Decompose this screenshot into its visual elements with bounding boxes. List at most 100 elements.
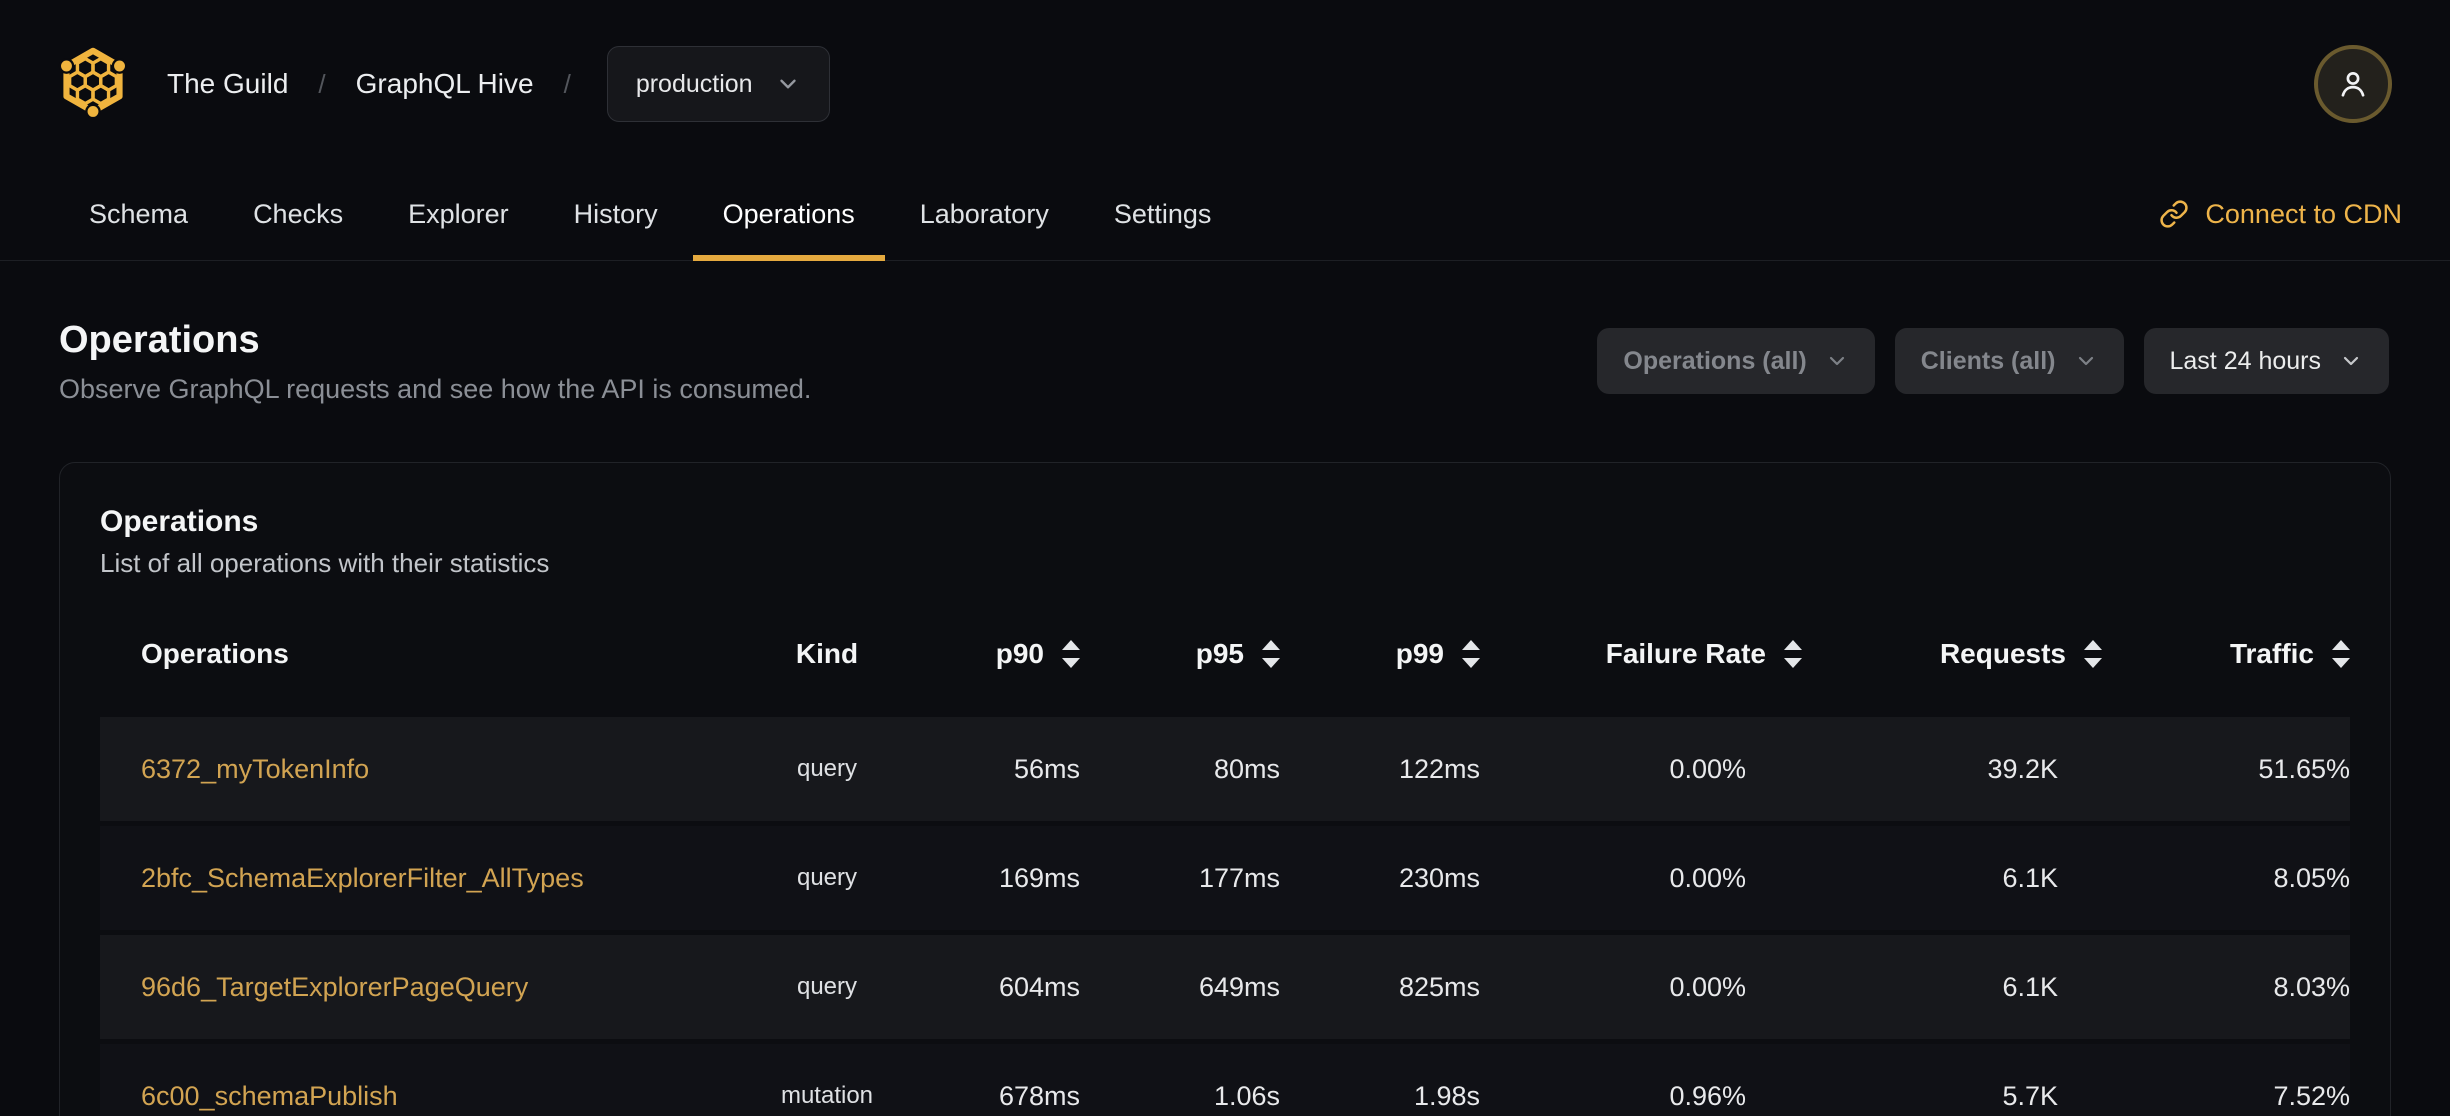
breadcrumb-separator: / bbox=[563, 68, 571, 99]
operation-requests: 6.1K bbox=[2002, 971, 2058, 1002]
operation-p90: 56ms bbox=[1013, 753, 1080, 784]
column-label: p95 bbox=[1195, 638, 1244, 669]
operation-link[interactable]: 6c00_schemaPublish bbox=[141, 1081, 398, 1111]
sort-icon[interactable] bbox=[1262, 640, 1280, 668]
tab-checks[interactable]: Checks bbox=[223, 168, 373, 260]
tab-settings[interactable]: Settings bbox=[1084, 168, 1242, 260]
filter-bar: Operations (all) Clients (all) Last 24 h… bbox=[1597, 328, 2389, 394]
connect-to-cdn-link[interactable]: Connect to CDN bbox=[2159, 199, 2402, 230]
tab-laboratory[interactable]: Laboratory bbox=[890, 168, 1079, 260]
table-row: 2bfc_SchemaExplorerFilter_AllTypes query… bbox=[100, 826, 2350, 930]
operation-p90: 169ms bbox=[998, 862, 1080, 893]
operation-kind: query bbox=[796, 755, 858, 782]
chevron-down-icon bbox=[1825, 349, 1849, 373]
operation-p95: 80ms bbox=[1213, 753, 1280, 784]
table-row: 96d6_TargetExplorerPageQuery query 604ms… bbox=[100, 935, 2350, 1039]
column-header-failure-rate: Failure Rate bbox=[1480, 638, 1802, 670]
tab-schema[interactable]: Schema bbox=[59, 168, 218, 260]
table-header-row: Operations Kind p90 p95 p99 Failure Rate bbox=[100, 607, 2350, 701]
column-label: Traffic bbox=[2229, 638, 2314, 669]
chevron-down-icon bbox=[775, 71, 801, 97]
operation-failure-rate: 0.00% bbox=[1669, 753, 1746, 784]
column-label: Kind bbox=[795, 638, 859, 669]
link-icon bbox=[2160, 200, 2189, 228]
card-title: Operations bbox=[100, 505, 259, 538]
breadcrumb-org[interactable]: The Guild bbox=[167, 68, 288, 100]
breadcrumb-project[interactable]: GraphQL Hive bbox=[356, 68, 534, 100]
tab-operations[interactable]: Operations bbox=[692, 168, 885, 261]
clients-filter-dropdown[interactable]: Clients (all) bbox=[1894, 328, 2124, 394]
operation-failure-rate: 0.00% bbox=[1669, 971, 1746, 1002]
tab-bar: Schema Checks Explorer History Operation… bbox=[0, 168, 2450, 261]
table-body: 6372_myTokenInfo query 56ms 80ms 122ms 0… bbox=[100, 717, 2350, 1116]
target-selector-value: production bbox=[635, 69, 753, 98]
column-label: p99 bbox=[1395, 638, 1444, 669]
operations-filter-dropdown[interactable]: Operations (all) bbox=[1597, 328, 1875, 394]
card-subtitle: List of all operations with their statis… bbox=[100, 548, 550, 578]
operation-traffic: 8.05% bbox=[2273, 862, 2350, 893]
column-header-p95: p95 bbox=[1080, 638, 1280, 670]
column-header-p99: p99 bbox=[1280, 638, 1480, 670]
column-header-traffic: Traffic bbox=[2102, 638, 2350, 670]
operation-p95: 649ms bbox=[1198, 971, 1280, 1002]
connect-to-cdn-label: Connect to CDN bbox=[2205, 198, 2402, 229]
tab-explorer[interactable]: Explorer bbox=[378, 168, 539, 260]
page-header: Operations Observe GraphQL requests and … bbox=[0, 261, 2450, 405]
column-header-requests: Requests bbox=[1802, 638, 2102, 670]
table-row: 6372_myTokenInfo query 56ms 80ms 122ms 0… bbox=[100, 717, 2350, 821]
user-avatar-button[interactable] bbox=[2314, 45, 2392, 123]
period-filter-dropdown[interactable]: Last 24 hours bbox=[2143, 328, 2389, 394]
table-row: 6c00_schemaPublish mutation 678ms 1.06s … bbox=[100, 1044, 2350, 1116]
column-label: p90 bbox=[995, 638, 1044, 669]
column-header-operations: Operations bbox=[100, 638, 756, 670]
operation-requests: 39.2K bbox=[1987, 753, 2058, 784]
sort-icon[interactable] bbox=[1462, 640, 1480, 668]
operation-kind: query bbox=[796, 973, 858, 1000]
operation-p99: 122ms bbox=[1398, 753, 1480, 784]
breadcrumb: The Guild / GraphQL Hive / production bbox=[167, 46, 830, 122]
operation-link[interactable]: 96d6_TargetExplorerPageQuery bbox=[141, 972, 528, 1002]
operation-p95: 177ms bbox=[1198, 862, 1280, 893]
sort-icon[interactable] bbox=[2332, 640, 2350, 668]
column-label: Operations bbox=[141, 638, 289, 669]
user-icon bbox=[2341, 72, 2365, 97]
operations-table: Operations Kind p90 p95 p99 Failure Rate bbox=[100, 607, 2350, 1116]
target-selector-dropdown[interactable]: production bbox=[606, 46, 830, 122]
operation-failure-rate: 0.00% bbox=[1669, 862, 1746, 893]
operation-p90: 678ms bbox=[998, 1080, 1080, 1111]
operation-kind: query bbox=[796, 864, 858, 891]
operations-card: Operations List of all operations with t… bbox=[59, 462, 2391, 1116]
page-title: Operations bbox=[59, 319, 260, 361]
operation-p95: 1.06s bbox=[1213, 1080, 1280, 1111]
clients-filter-label: Clients (all) bbox=[1920, 346, 2056, 375]
page-header-text: Operations Observe GraphQL requests and … bbox=[59, 317, 811, 405]
top-bar: The Guild / GraphQL Hive / production bbox=[0, 0, 2450, 168]
period-filter-label: Last 24 hours bbox=[2169, 346, 2322, 375]
column-label: Requests bbox=[1939, 638, 2066, 669]
tab-history[interactable]: History bbox=[544, 168, 688, 260]
operation-failure-rate: 0.96% bbox=[1669, 1080, 1746, 1111]
chevron-down-icon bbox=[2074, 349, 2098, 373]
sort-icon[interactable] bbox=[1062, 640, 1080, 668]
column-header-kind: Kind bbox=[756, 638, 898, 670]
operations-filter-label: Operations (all) bbox=[1623, 346, 1807, 375]
operation-requests: 5.7K bbox=[2002, 1080, 2058, 1111]
operation-p99: 1.98s bbox=[1413, 1080, 1480, 1111]
column-header-p90: p90 bbox=[898, 638, 1080, 670]
operation-traffic: 51.65% bbox=[2258, 753, 2350, 784]
operation-p99: 230ms bbox=[1398, 862, 1480, 893]
operation-link[interactable]: 6372_myTokenInfo bbox=[141, 754, 369, 784]
operation-requests: 6.1K bbox=[2002, 862, 2058, 893]
breadcrumb-separator: / bbox=[318, 68, 326, 99]
operation-traffic: 8.03% bbox=[2273, 971, 2350, 1002]
hive-logo-icon[interactable] bbox=[57, 45, 129, 123]
sort-icon[interactable] bbox=[2084, 640, 2102, 668]
operation-link[interactable]: 2bfc_SchemaExplorerFilter_AllTypes bbox=[141, 863, 584, 893]
page-subtitle: Observe GraphQL requests and see how the… bbox=[59, 374, 812, 404]
operation-p90: 604ms bbox=[998, 971, 1080, 1002]
column-label: Failure Rate bbox=[1605, 638, 1766, 669]
operation-traffic: 7.52% bbox=[2273, 1080, 2350, 1111]
operation-kind: mutation bbox=[780, 1082, 874, 1109]
operation-p99: 825ms bbox=[1398, 971, 1480, 1002]
sort-icon[interactable] bbox=[1784, 640, 1802, 668]
